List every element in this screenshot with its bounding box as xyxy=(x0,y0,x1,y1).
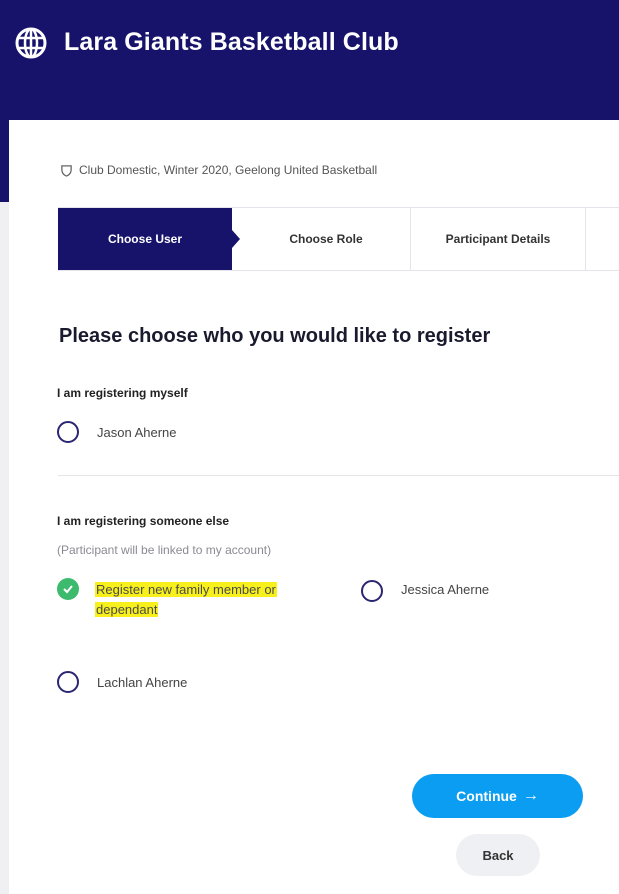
step-choose-role[interactable]: Choose Role xyxy=(242,208,410,270)
app-header: Lara Giants Basketball Club xyxy=(0,0,619,120)
radio-jessica-aherne[interactable] xyxy=(361,580,383,602)
radio-jason-aherne[interactable] xyxy=(57,421,79,443)
back-label: Back xyxy=(482,847,514,863)
continue-label: Continue xyxy=(456,788,517,804)
check-icon xyxy=(63,585,73,594)
step-participant-details[interactable]: Participant Details xyxy=(411,208,585,270)
step-label: Choose User xyxy=(107,232,183,246)
continue-button[interactable]: Continue → xyxy=(412,774,583,818)
page-left-edge xyxy=(0,120,9,894)
club-name: Lara Giants Basketball Club xyxy=(64,28,399,56)
registration-steps: Choose User Choose Role Participant Deta… xyxy=(58,207,619,271)
option-label-jessica-aherne[interactable]: Jessica Aherne xyxy=(401,582,489,597)
arrow-right-icon: → xyxy=(522,787,539,804)
section-divider xyxy=(58,475,619,476)
other-section-label: I am registering someone else xyxy=(57,514,230,528)
step-label: Participant Details xyxy=(445,232,551,246)
highlighted-text: Register new family member or xyxy=(95,582,277,597)
step-divider xyxy=(585,208,586,270)
radio-register-new-family-member[interactable] xyxy=(57,578,79,600)
back-button[interactable]: Back xyxy=(456,834,540,876)
radio-lachlan-aherne[interactable] xyxy=(57,671,79,693)
step-label: Choose Role xyxy=(289,232,363,246)
competition-text: Club Domestic, Winter 2020, Geelong Unit… xyxy=(79,163,378,177)
shield-icon xyxy=(61,164,72,177)
page-left-edge-accent xyxy=(0,120,9,202)
step-choose-user[interactable]: Choose User xyxy=(58,208,232,270)
option-label-jason-aherne[interactable]: Jason Aherne xyxy=(97,425,177,440)
option-label-register-new-family-member[interactable]: Register new family member or dependant xyxy=(95,580,277,620)
highlighted-text: dependant xyxy=(95,602,159,617)
step-arrow xyxy=(232,230,240,248)
other-section-hint: (Participant will be linked to my accoun… xyxy=(57,543,272,557)
option-label-lachlan-aherne[interactable]: Lachlan Aherne xyxy=(97,675,187,690)
self-section-label: I am registering myself xyxy=(57,386,188,400)
globe-icon[interactable] xyxy=(14,26,48,60)
competition-info: Club Domestic, Winter 2020, Geelong Unit… xyxy=(60,163,377,177)
page-title: Please choose who you would like to regi… xyxy=(59,325,491,347)
